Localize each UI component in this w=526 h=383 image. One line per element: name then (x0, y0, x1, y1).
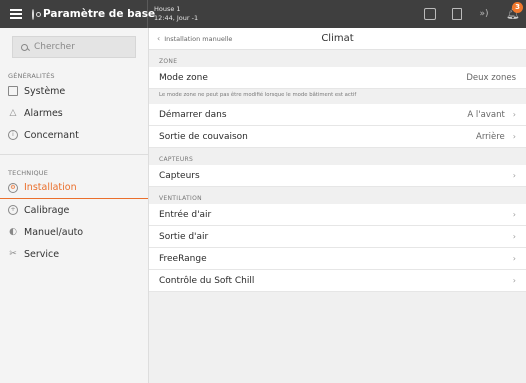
app-header: Paramètre de base (0, 0, 155, 28)
sidebar-item-service[interactable]: ✂ Service (0, 243, 148, 265)
document-icon[interactable] (452, 8, 462, 20)
alarm-count-badge: 3 (512, 2, 523, 13)
house-info[interactable]: House 1 12:44, Jour -1 (148, 5, 198, 23)
row-label: Capteurs (159, 170, 200, 181)
tools-icon: ✂ (9, 249, 17, 259)
chevron-right-icon: › (512, 276, 516, 285)
sidebar-item-label: Service (24, 248, 60, 260)
search-placeholder: Chercher (34, 42, 75, 52)
sidebar-item-alarmes[interactable]: △ Alarmes (0, 102, 148, 124)
section-label-general: GÉNÉRALITÉS (8, 72, 55, 80)
installation-icon: ⚙ (8, 182, 18, 193)
chevron-right-icon: › (512, 171, 516, 180)
page-header: ‹ Installation manuelle Climat (149, 28, 526, 50)
row-label: Sortie d'air (159, 231, 209, 242)
sidebar-item-label: Alarmes (24, 107, 63, 119)
system-icon (8, 86, 18, 96)
sidebar-item-label: Installation (24, 182, 77, 193)
setting-row-brood-exit[interactable]: Sortie de couvaison Arrière › (149, 126, 526, 148)
signal-icon[interactable]: ») (478, 8, 490, 20)
sidebar-item-systeme[interactable]: Système (0, 80, 148, 102)
sidebar-item-label: Manuel/auto (24, 226, 84, 238)
bell-icon[interactable]: 🔔︎ 3 (506, 2, 523, 20)
gear-icon (32, 8, 41, 20)
home-icon[interactable] (424, 8, 436, 20)
sidebar-item-label: Concernant (24, 129, 79, 141)
zone-note: Le mode zone ne peut pas être modifié lo… (159, 92, 357, 98)
search-input[interactable]: Chercher (12, 36, 136, 58)
row-label: FreeRange (159, 253, 207, 264)
setting-row-sensors[interactable]: Capteurs › (149, 165, 526, 187)
sidebar-item-calibrage[interactable]: + Calibrage (0, 199, 148, 221)
main-content: ‹ Installation manuelle Climat ZONE Mode… (148, 28, 526, 383)
chevron-right-icon: › (512, 132, 516, 141)
chevron-right-icon: › (512, 232, 516, 241)
group-label-ventilation: VENTILATION (159, 195, 202, 202)
sidebar-item-concernant[interactable]: i Concernant (0, 124, 148, 146)
setting-row-start-in[interactable]: Démarrer dans A l'avant › (149, 104, 526, 126)
row-label: Contrôle du Soft Chill (159, 275, 255, 286)
sidebar-item-label: Calibrage (24, 204, 70, 216)
sidebar-item-installation[interactable]: ⚙ Installation (0, 177, 148, 199)
group-label-sensors: CAPTEURS (159, 156, 194, 163)
row-label: Démarrer dans (159, 109, 227, 120)
toggle-icon: ◐ (9, 227, 17, 237)
setting-row-air-out[interactable]: Sortie d'air › (149, 226, 526, 248)
search-icon (21, 43, 28, 51)
row-value: Arrière (476, 131, 505, 142)
row-label: Mode zone (159, 72, 208, 83)
bell-icon: △ (9, 108, 17, 118)
back-chevron-icon[interactable]: ‹ (157, 34, 160, 43)
app-title: Paramètre de base (43, 8, 156, 20)
info-icon: i (8, 130, 18, 140)
setting-row-mode-zone: Mode zone Deux zones (149, 67, 526, 89)
row-value: A l'avant (467, 109, 505, 120)
setting-row-soft-chill[interactable]: Contrôle du Soft Chill › (149, 270, 526, 292)
row-label: Entrée d'air (159, 209, 212, 220)
house-name: House 1 (154, 5, 181, 13)
section-label-technique: TECHNIQUE (8, 169, 49, 177)
header-actions: ») 🔔︎ 3 (408, 0, 523, 28)
group-label-zone: ZONE (159, 58, 178, 65)
setting-row-freerange[interactable]: FreeRange › (149, 248, 526, 270)
sidebar-item-label: Système (24, 85, 66, 97)
sidebar-divider (0, 154, 148, 155)
top-bar: Paramètre de base House 1 12:44, Jour -1… (0, 0, 526, 28)
breadcrumb[interactable]: Installation manuelle (164, 35, 232, 43)
sidebar-item-manuel-auto[interactable]: ◐ Manuel/auto (0, 221, 148, 243)
row-value: Deux zones (466, 72, 516, 83)
house-time: 12:44, Jour -1 (154, 14, 199, 22)
row-label: Sortie de couvaison (159, 131, 248, 142)
setting-row-air-in[interactable]: Entrée d'air › (149, 204, 526, 226)
chevron-right-icon: › (512, 210, 516, 219)
sidebar: Chercher GÉNÉRALITÉS Système △ Alarmes i… (0, 28, 148, 383)
chevron-right-icon: › (512, 254, 516, 263)
chevron-right-icon: › (512, 110, 516, 119)
calibration-icon: + (8, 205, 18, 215)
